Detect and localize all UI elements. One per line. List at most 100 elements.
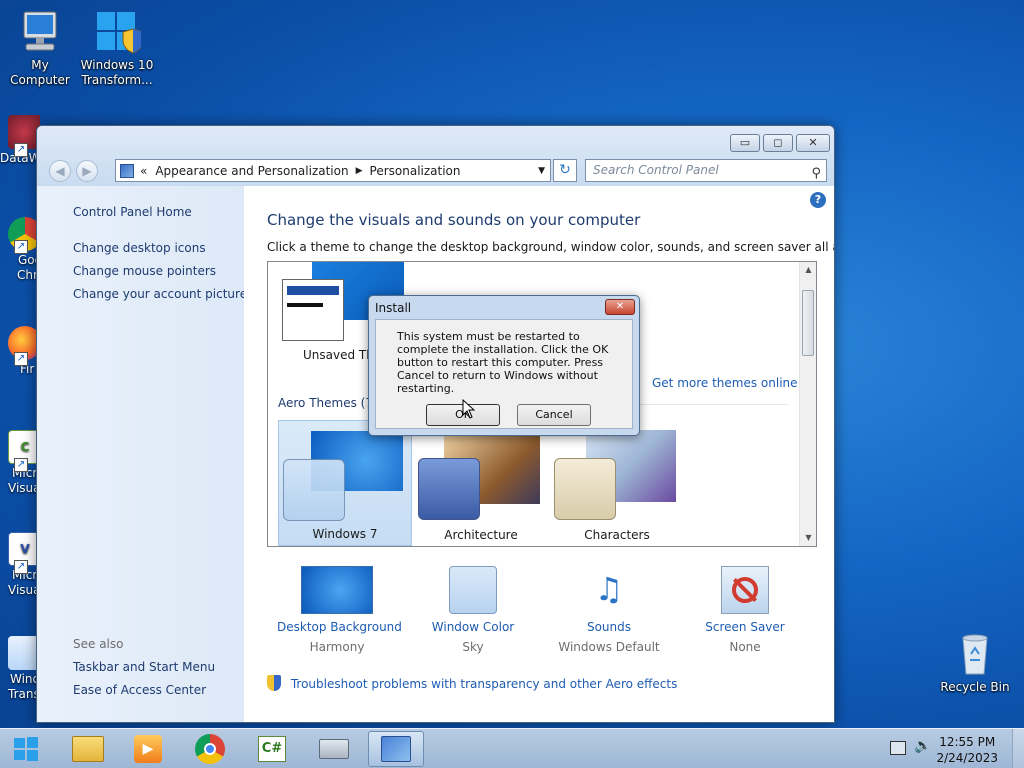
address-bar[interactable]: « Appearance and Personalization ▶ Perso… bbox=[115, 159, 551, 182]
screen-saver-icon bbox=[721, 566, 769, 614]
shortcut-arrow-icon: ↗ bbox=[14, 458, 28, 472]
main-content: ? Change the visuals and sounds on your … bbox=[244, 186, 834, 722]
cancel-button[interactable]: Cancel bbox=[517, 404, 591, 426]
theme-architecture[interactable]: Architecture bbox=[414, 420, 548, 546]
control-panel-icon bbox=[381, 736, 411, 762]
tool-label: Sounds bbox=[586, 620, 632, 634]
windows-shield-icon bbox=[93, 8, 144, 56]
ease-of-access-link[interactable]: Ease of Access Center bbox=[73, 683, 206, 697]
search-icon[interactable]: ⚲ bbox=[811, 163, 821, 184]
left-navigation-pane: Control Panel Home Change desktop icons … bbox=[37, 186, 247, 722]
window-color-icon bbox=[449, 566, 497, 614]
taskbar-control-panel[interactable] bbox=[368, 731, 424, 767]
taskbar-chrome[interactable] bbox=[182, 731, 238, 767]
scroll-up-icon[interactable]: ▲ bbox=[800, 262, 816, 278]
sounds-tool[interactable]: ♫ Sounds Windows Default bbox=[549, 566, 669, 654]
show-desktop-button[interactable] bbox=[1012, 729, 1024, 768]
page-subtitle: Click a theme to change the desktop back… bbox=[267, 240, 835, 254]
install-dialog: Install ✕ This system must be restarted … bbox=[368, 295, 640, 436]
control-panel-home-link[interactable]: Control Panel Home bbox=[73, 205, 192, 219]
dialog-title: Install bbox=[375, 301, 412, 315]
window-color-swatch bbox=[283, 459, 345, 521]
breadcrumb-appearance[interactable]: Appearance and Personalization bbox=[155, 164, 348, 178]
tool-label: Desktop Background bbox=[277, 620, 402, 634]
change-desktop-icons-link[interactable]: Change desktop icons bbox=[73, 241, 206, 255]
computer-icon bbox=[16, 8, 64, 56]
clock-date: 2/24/2023 bbox=[936, 751, 998, 765]
desktop-icon-windows-transform[interactable]: Wind Trans bbox=[0, 636, 40, 702]
desktop-icon-windows10-transform[interactable]: Windows 10 Transform... bbox=[77, 8, 157, 88]
search-input[interactable]: Search Control Panel ⚲ bbox=[585, 159, 827, 182]
shield-icon bbox=[267, 675, 281, 691]
control-panel-icon bbox=[120, 163, 134, 178]
shortcut-arrow-icon: ↗ bbox=[14, 240, 28, 254]
keyboard-icon bbox=[319, 739, 349, 759]
media-player-icon: ▶ bbox=[134, 735, 162, 763]
scroll-thumb[interactable] bbox=[802, 290, 814, 356]
tool-value: Harmony bbox=[309, 640, 365, 654]
dialog-message: This system must be restarted to complet… bbox=[397, 330, 609, 395]
taskbar-keyboard[interactable] bbox=[306, 731, 362, 767]
shortcut-arrow-icon: ↗ bbox=[14, 560, 28, 574]
gallery-scrollbar[interactable]: ▲ ▼ bbox=[799, 262, 816, 546]
tool-label: Window Color bbox=[431, 620, 515, 634]
taskbar-media-player[interactable]: ▶ bbox=[120, 731, 176, 767]
change-mouse-pointers-link[interactable]: Change mouse pointers bbox=[73, 264, 216, 278]
breadcrumb-separator-icon[interactable]: ▶ bbox=[356, 166, 363, 176]
scroll-down-icon[interactable]: ▼ bbox=[800, 530, 816, 546]
minimize-button[interactable]: ▭ bbox=[730, 134, 760, 152]
taskbar-start-menu-link[interactable]: Taskbar and Start Menu bbox=[73, 660, 215, 674]
address-dropdown-icon[interactable]: ▼ bbox=[538, 166, 545, 176]
tool-value: None bbox=[729, 640, 761, 654]
tool-value: Windows Default bbox=[558, 640, 660, 654]
shortcut-arrow-icon: ↗ bbox=[14, 143, 28, 157]
clock-time: 12:55 PM bbox=[939, 735, 996, 749]
close-button[interactable]: ✕ bbox=[796, 134, 830, 152]
chrome-icon bbox=[195, 734, 225, 764]
theme-label: Windows 7 bbox=[312, 527, 378, 541]
dialog-close-button[interactable]: ✕ bbox=[605, 299, 635, 315]
taskbar: ▶ C# 🔈 12:55 PM 2/24/2023 bbox=[0, 728, 1024, 768]
start-button[interactable] bbox=[0, 731, 52, 767]
desktop-icon-recycle-bin[interactable]: Recycle Bin bbox=[935, 630, 1015, 695]
window-color-swatch bbox=[282, 279, 344, 341]
back-button[interactable]: ◀ bbox=[49, 160, 71, 182]
forward-button[interactable]: ▶ bbox=[76, 160, 98, 182]
taskbar-explorer[interactable] bbox=[60, 731, 116, 767]
get-more-themes-link[interactable]: Get more themes online bbox=[652, 376, 798, 390]
desktop-icon-label: Windows 10 bbox=[80, 58, 154, 72]
mouse-cursor-icon bbox=[462, 399, 476, 419]
system-clock[interactable]: 12:55 PM 2/24/2023 bbox=[936, 734, 998, 766]
theme-characters[interactable]: Characters bbox=[550, 420, 684, 546]
desktop-icon-label: Recycle Bin bbox=[940, 680, 1010, 694]
desktop-icon-label: My Computer bbox=[10, 58, 70, 87]
window-color-tool[interactable]: Window Color Sky bbox=[413, 566, 533, 654]
help-icon[interactable]: ? bbox=[810, 192, 826, 208]
desktop-background-tool[interactable]: Desktop Background Harmony bbox=[277, 566, 402, 654]
taskbar-csharp[interactable]: C# bbox=[244, 731, 300, 767]
network-icon[interactable] bbox=[890, 741, 906, 755]
refresh-button[interactable]: ↻ bbox=[553, 159, 577, 182]
desktop-icon-label: Transform... bbox=[81, 73, 153, 87]
sounds-icon: ♫ bbox=[594, 570, 624, 608]
maximize-button[interactable]: ◻ bbox=[763, 134, 793, 152]
page-title: Change the visuals and sounds on your co… bbox=[267, 211, 641, 229]
screen-saver-tool[interactable]: Screen Saver None bbox=[685, 566, 805, 654]
tool-value: Sky bbox=[462, 640, 484, 654]
desktop-icon-datawatch[interactable]: DataW bbox=[0, 115, 40, 166]
troubleshoot-row[interactable]: Troubleshoot problems with transparency … bbox=[267, 675, 677, 691]
theme-label: Architecture bbox=[444, 528, 518, 542]
volume-icon[interactable]: 🔈 bbox=[914, 738, 931, 754]
shortcut-arrow-icon: ↗ bbox=[14, 352, 28, 366]
change-account-picture-link[interactable]: Change your account picture bbox=[73, 287, 247, 301]
theme-label: Characters bbox=[584, 528, 650, 542]
desktop-icon-my-computer[interactable]: My Computer bbox=[0, 8, 80, 88]
troubleshoot-link[interactable]: Troubleshoot problems with transparency … bbox=[291, 677, 678, 691]
breadcrumb-personalization[interactable]: Personalization bbox=[370, 164, 461, 178]
see-also-heading: See also bbox=[73, 637, 124, 651]
theme-windows7[interactable]: Windows 7 bbox=[278, 420, 412, 546]
windows-start-icon bbox=[14, 737, 38, 761]
tool-label: Screen Saver bbox=[705, 620, 785, 634]
address-root[interactable]: « bbox=[140, 164, 147, 178]
dialog-body: This system must be restarted to complet… bbox=[375, 319, 633, 429]
